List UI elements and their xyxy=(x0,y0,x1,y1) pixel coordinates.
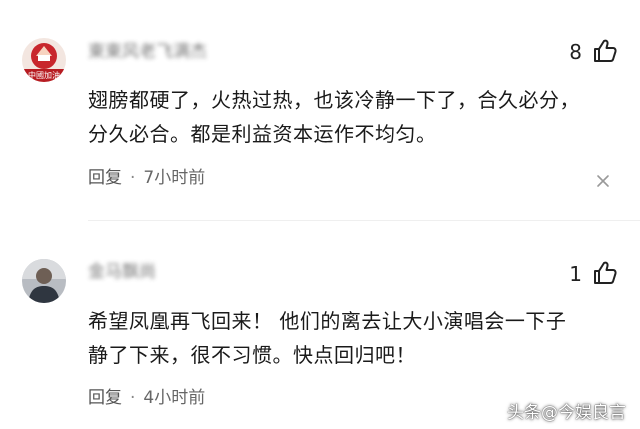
thumbs-up-icon[interactable] xyxy=(592,260,618,286)
avatar[interactable] xyxy=(22,259,66,303)
comment-list: 中國加油 東東风老飞满杰 8 翅膀都硬了，火热过热，也该冷静一下了，合久必分， … xyxy=(0,0,640,429)
comment-text: 希望凤凰再飞回来！ 他们的离去让大小演唱会一下子 静了下来，很不习惯。快点回归吧… xyxy=(88,304,618,372)
comment-text-line: 希望凤凰再飞回来！ 他们的离去让大小演唱会一下子 xyxy=(88,309,567,333)
separator-dot: · xyxy=(130,388,136,408)
timestamp: 4小时前 xyxy=(143,388,206,408)
reply-button[interactable]: 回复 xyxy=(88,388,122,408)
watermark: 头条@今娱良言 xyxy=(507,403,626,423)
username[interactable]: 金马飘尚 xyxy=(88,262,188,282)
like-count: 1 xyxy=(569,262,582,286)
comment-item: 金马飘尚 1 希望凤凰再飞回来！ 他们的离去让大小演唱会一下子 静了下来，很不习… xyxy=(0,0,640,429)
comment-meta: 回复 · 4小时前 xyxy=(88,387,205,409)
comment-text-line: 静了下来，很不习惯。快点回归吧！ xyxy=(88,343,416,367)
